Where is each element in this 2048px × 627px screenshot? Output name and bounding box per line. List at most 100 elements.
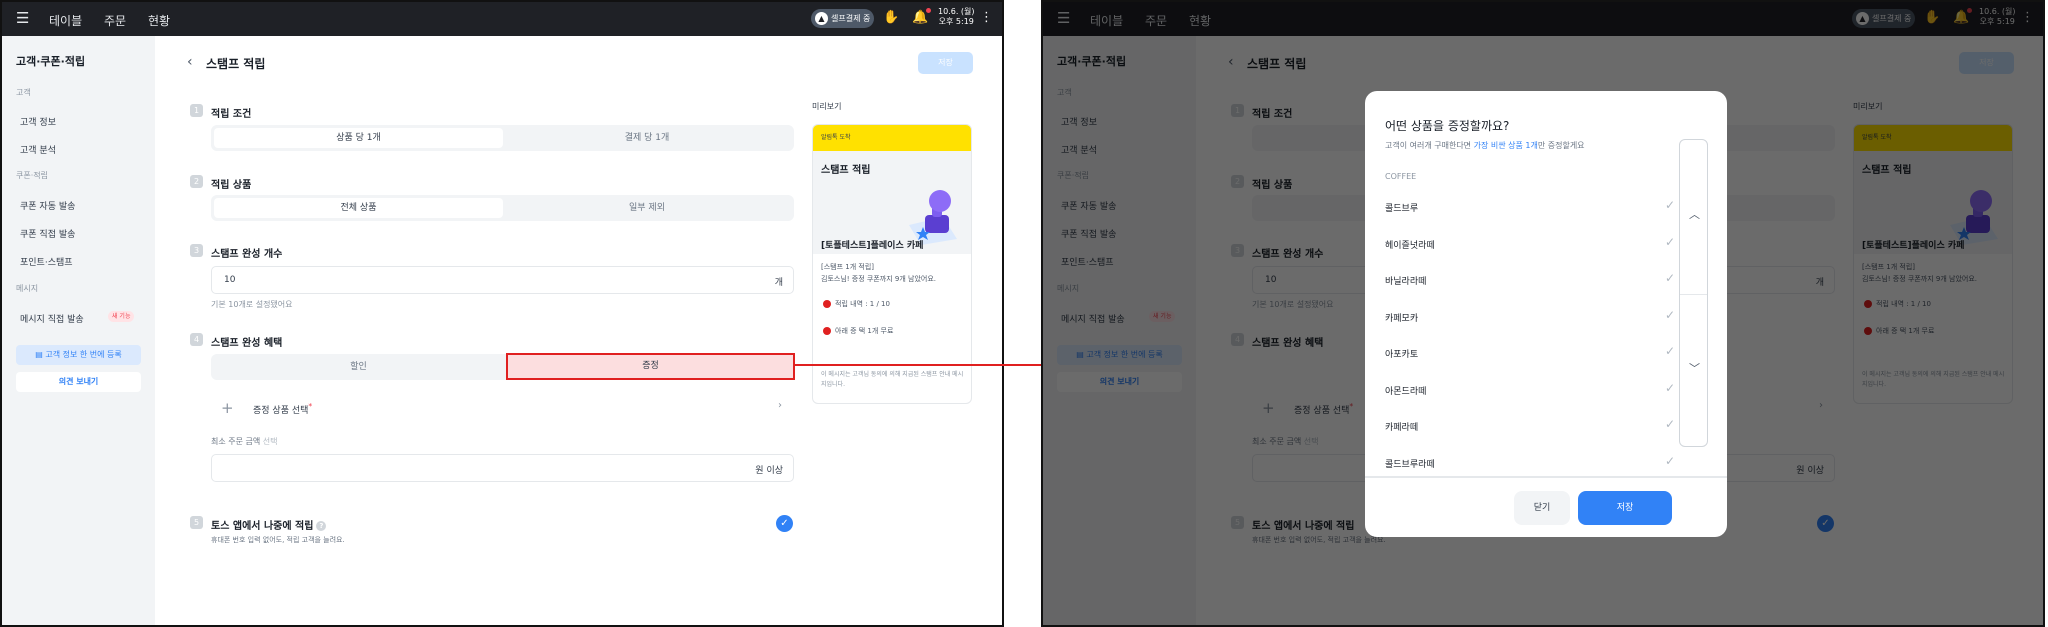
product-row[interactable]: 콜드브루 ✓ [1385,190,1675,226]
stamp-count-hint: 기본 10개로 설정됐어요 [211,300,293,309]
chevron-up-icon[interactable]: ︿ [1689,206,1700,222]
stamp-count-value: 10 [224,275,236,285]
step-label: 적립 상품 [211,180,252,191]
scroll-controls: ︿ ﹀ [1679,139,1708,447]
chevron-down-icon[interactable]: ﹀ [1689,360,1700,376]
later-accrual-checkbox[interactable]: ✓ [776,515,793,532]
menu-icon[interactable]: ☰ [16,11,29,26]
preview-card: 알림톡 도착 스탬프 적립 [토플테스트]플레이스 카페 [스탬프 1개 적립]… [812,124,972,404]
preview-stat-reward: 아래 증 택 1개 무료 [835,327,894,335]
sidebar-item-coupon-manual[interactable]: 쿠폰 직접 발송 [20,227,75,240]
modal-subtitle: 고객이 여러개 구매한다면 가장 비싼 상품 1개만 증정할게요 [1385,141,1585,150]
check-icon: ✓ [1664,198,1675,212]
product-row[interactable]: 아몬드라떼 ✓ [1385,373,1675,409]
check-icon: ✓ [1664,454,1675,468]
step-number: 4 [190,333,203,346]
scroll-divider [1680,294,1707,295]
step-label: 토스 앱에서 나중에 적립? [211,517,327,532]
toss-logo-icon: ▲ [815,12,828,25]
option-exclude-some[interactable]: 일부 제외 [503,198,791,218]
sidebar-item-coupon-auto[interactable]: 쿠폰 자동 발송 [20,199,75,212]
preview-stat-progress: 적립 내역 : 1 / 10 [835,300,890,308]
modal-save-button[interactable]: 저장 [1578,491,1672,525]
check-icon: ✓ [1664,308,1675,322]
option-discount[interactable]: 할인 [214,357,503,377]
modal-divider [1365,476,1727,478]
nav-status[interactable]: 현황 [148,12,170,29]
step-number: 2 [190,175,203,188]
modal-title: 어떤 상품을 증정할까요? [1385,119,1510,133]
gift-product-modal: 어떤 상품을 증정할까요? 고객이 여러개 구매한다면 가장 비싼 상품 1개만… [1365,91,1727,537]
chevron-right-icon[interactable]: › [778,400,782,411]
step-label: 스탬프 완성 혜택 [211,338,283,349]
product-row[interactable]: 헤이즐넛라떼 ✓ [1385,227,1675,263]
stamp-count-unit: 개 [774,278,783,288]
preview-card-title: 스탬프 적립 [821,165,871,176]
product-row[interactable]: 아포카토 ✓ [1385,336,1675,372]
step-number: 3 [190,244,203,257]
back-chevron-icon[interactable]: ‹ [187,54,193,70]
feedback-button[interactable]: 의견 보내기 [16,372,141,392]
preview-header: 알림톡 도착 [813,125,971,151]
sidebar-item-customer-info[interactable]: 고객 정보 [20,115,56,128]
more-options-icon[interactable]: ⋮ [980,10,993,25]
check-icon: ✓ [1664,417,1675,431]
preview-line1: [스탬프 1개 적립] [821,263,875,271]
product-row[interactable]: 바닐라라떼 ✓ [1385,263,1675,299]
close-button[interactable]: 닫기 [1514,491,1570,525]
sidebar-section-message: 메시지 [16,284,39,293]
screenshot-before: ☰ 테이블 주문 현황 ▲ 셀프결제 중 ✋ 🔔 10.6. (월) 오후 5:1… [0,0,1004,627]
check-icon: ✓ [1664,271,1675,285]
sidebar: 고객·쿠폰·적립 고객 고객 정보 고객 분석 쿠폰·적립 쿠폰 자동 발송 쿠… [2,36,155,625]
notification-dot [926,8,931,13]
step5-description: 휴대폰 번호 입력 없어도, 적립 고객을 늘려요. [211,536,345,544]
sidebar-section-coupon: 쿠폰·적립 [16,171,48,180]
preview-line2: 김토스님! 증정 쿠폰까지 9개 남았어요. [821,275,936,283]
register-customers-button[interactable]: ▤ 고객 정보 한 번에 등록 [16,345,141,365]
sidebar-item-points[interactable]: 포인트·스탬프 [20,255,73,268]
accrual-condition-segmented: 상품 당 1개 결제 당 1개 [211,125,794,151]
save-button[interactable]: 저장 [918,52,973,74]
preview-shop-name: [토플테스트]플레이스 카페 [821,241,924,251]
product-category: COFFEE [1385,172,1417,181]
nav-orders[interactable]: 주문 [104,12,126,29]
min-order-input[interactable]: 원 이상 [211,454,794,482]
check-icon: ✓ [1664,235,1675,249]
self-checkout-status[interactable]: ▲셀프결제 중 [811,9,874,28]
gift-product-select[interactable]: 증정 상품 선택* [253,402,312,416]
bullet-dot [823,327,831,335]
min-order-label: 최소 주문 금액 선택 [211,437,278,446]
check-icon: ✓ [1664,344,1675,358]
stamp-count-input[interactable]: 10 개 [211,266,794,294]
sidebar-item-customer-analysis[interactable]: 고객 분석 [20,143,56,156]
preview-notice: 이 메시지는 고객님 동의에 의해 지급된 스탬프 안내 메시지입니다. [821,371,964,388]
step-label: 적립 조건 [211,109,252,120]
wave-hand-icon[interactable]: ✋ [883,10,899,25]
step-number: 1 [190,104,203,117]
min-order-unit: 원 이상 [755,466,783,476]
plus-icon[interactable]: + [221,399,234,417]
option-gift-highlighted[interactable]: 증정 [506,353,795,380]
option-per-item[interactable]: 상품 당 1개 [214,128,503,148]
required-mark: * [308,402,313,411]
nav-table[interactable]: 테이블 [49,12,82,29]
step-label: 스탬프 완성 개수 [211,249,283,260]
help-icon[interactable]: ? [316,521,327,531]
preview-label: 미리보기 [812,102,842,111]
step-number: 5 [190,516,203,529]
option-per-payment[interactable]: 결제 당 1개 [503,128,791,148]
screenshot-after: ☰ 테이블 주문 현황 ▲셀프결제 중 ✋ 🔔 10.6. (월) 오후 5:1… [1041,0,2045,627]
product-row[interactable]: 카페모카 ✓ [1385,300,1675,336]
page-title: 스탬프 적립 [206,57,266,71]
product-row[interactable]: 카페라떼 ✓ [1385,409,1675,445]
bullet-dot [823,300,831,308]
new-feature-badge: 새 기능 [108,311,135,322]
sidebar-section-customer: 고객 [16,88,31,97]
sidebar-item-message-send[interactable]: 메시지 직접 발송 [20,312,84,325]
datetime: 10.6. (월) 오후 5:19 [938,7,975,26]
option-all-products[interactable]: 전체 상품 [214,198,503,218]
top-bar: ☰ 테이블 주문 현황 ▲셀프결제 중 ✋ 🔔 10.6. (월) 오후 5:1… [2,2,1002,36]
accrual-products-segmented: 전체 상품 일부 제외 [211,195,794,221]
register-icon: ▤ [35,350,46,359]
check-icon: ✓ [1664,381,1675,395]
